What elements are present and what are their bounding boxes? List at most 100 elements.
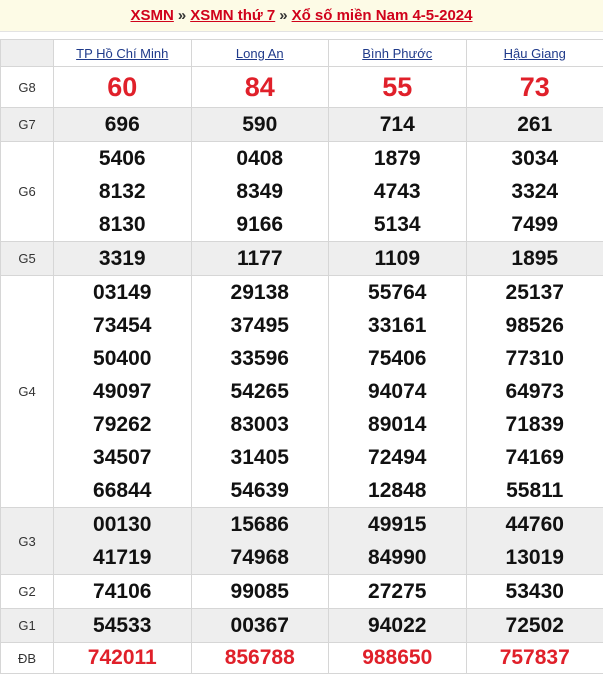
breadcrumb-xsmn[interactable]: XSMN — [131, 7, 174, 24]
prize-row: G403149734545040049097792623450766844291… — [1, 276, 603, 508]
prize-number: 73454 — [54, 309, 191, 342]
prize-cell: 73 — [466, 67, 603, 108]
prize-number: 55811 — [467, 474, 603, 507]
prize-number: 55 — [329, 67, 466, 107]
breadcrumb-xsmn-thu-7[interactable]: XSMN thứ 7 — [190, 7, 275, 24]
prize-number: 00130 — [54, 508, 191, 541]
prize-label: G6 — [1, 142, 54, 242]
prize-number: 73 — [467, 67, 603, 107]
prize-row: G53319117711091895 — [1, 242, 603, 276]
prize-number: 856788 — [192, 643, 329, 673]
prize-number: 714 — [329, 108, 466, 141]
prize-cell: 00367 — [191, 609, 329, 643]
prize-number: 5134 — [329, 208, 466, 241]
prize-cell: 74106 — [54, 575, 192, 609]
prize-cell: 55 — [329, 67, 467, 108]
prize-cell: 60 — [54, 67, 192, 108]
prize-number: 3034 — [467, 142, 603, 175]
province-link[interactable]: Bình Phước — [362, 46, 432, 61]
prize-number: 34507 — [54, 441, 191, 474]
prize-number: 54533 — [54, 609, 191, 642]
prize-number: 54265 — [192, 375, 329, 408]
breadcrumb: XSMN»XSMN thứ 7»Xổ số miền Nam 4-5-2024 — [0, 0, 603, 32]
prize-number: 696 — [54, 108, 191, 141]
prize-row: G300130417191568674968499158499044760130… — [1, 508, 603, 575]
prize-number: 37495 — [192, 309, 329, 342]
province-header: Long An — [191, 40, 329, 67]
prize-number: 72502 — [467, 609, 603, 642]
prize-number: 41719 — [54, 541, 191, 574]
prize-number: 988650 — [329, 643, 466, 673]
prize-cell: 72502 — [466, 609, 603, 643]
prize-cell: 53430 — [466, 575, 603, 609]
prize-cell: 4476013019 — [466, 508, 603, 575]
prize-row: G154533003679402272502 — [1, 609, 603, 643]
province-link[interactable]: Long An — [236, 46, 284, 61]
prize-cell: 27275 — [329, 575, 467, 609]
prize-number: 66844 — [54, 474, 191, 507]
prize-number: 94074 — [329, 375, 466, 408]
prize-row: G654068132813004088349916618794743513430… — [1, 142, 603, 242]
prize-cell: 29138374953359654265830033140554639 — [191, 276, 329, 508]
prize-number: 03149 — [54, 276, 191, 309]
province-header: Hậu Giang — [466, 40, 603, 67]
prize-cell: 590 — [191, 108, 329, 142]
prize-number: 74106 — [54, 575, 191, 608]
prize-number: 9166 — [192, 208, 329, 241]
prize-label: G2 — [1, 575, 54, 609]
prize-number: 4743 — [329, 175, 466, 208]
prize-cell: 040883499166 — [191, 142, 329, 242]
prize-label: G8 — [1, 67, 54, 108]
prize-cell: 94022 — [329, 609, 467, 643]
prize-row: G7696590714261 — [1, 108, 603, 142]
prize-cell: 1895 — [466, 242, 603, 276]
prize-number: 83003 — [192, 408, 329, 441]
prize-number: 33161 — [329, 309, 466, 342]
prize-number: 84990 — [329, 541, 466, 574]
prize-number: 74169 — [467, 441, 603, 474]
prize-row: G860845573 — [1, 67, 603, 108]
prize-cell: 540681328130 — [54, 142, 192, 242]
prize-number: 77310 — [467, 342, 603, 375]
prize-cell: 856788 — [191, 643, 329, 674]
prize-number: 49915 — [329, 508, 466, 541]
prize-cell: 261 — [466, 108, 603, 142]
prize-cell: 99085 — [191, 575, 329, 609]
province-link[interactable]: Hậu Giang — [504, 46, 566, 61]
prize-number: 98526 — [467, 309, 603, 342]
prize-number: 50400 — [54, 342, 191, 375]
prize-cell: 187947435134 — [329, 142, 467, 242]
prize-number: 3324 — [467, 175, 603, 208]
breadcrumb-current-page[interactable]: Xổ số miền Nam 4-5-2024 — [292, 7, 473, 24]
prize-cell: 1109 — [329, 242, 467, 276]
prize-cell: 54533 — [54, 609, 192, 643]
prize-number: 55764 — [329, 276, 466, 309]
prize-number: 1177 — [192, 242, 329, 275]
prize-number: 1109 — [329, 242, 466, 275]
prize-row: ĐB742011856788988650757837 — [1, 643, 603, 674]
province-link[interactable]: TP Hồ Chí Minh — [76, 46, 168, 61]
prize-number: 261 — [467, 108, 603, 141]
province-header-row: TP Hồ Chí Minh Long An Bình Phước Hậu Gi… — [1, 40, 603, 67]
prize-number: 71839 — [467, 408, 603, 441]
prize-number: 79262 — [54, 408, 191, 441]
prize-number: 29138 — [192, 276, 329, 309]
prize-number: 94022 — [329, 609, 466, 642]
prize-label: G4 — [1, 276, 54, 508]
prize-number: 25137 — [467, 276, 603, 309]
prize-number: 5406 — [54, 142, 191, 175]
prize-cell: 714 — [329, 108, 467, 142]
prize-number: 60 — [54, 67, 191, 107]
prize-number: 15686 — [192, 508, 329, 541]
prize-number: 8132 — [54, 175, 191, 208]
prize-number: 8349 — [192, 175, 329, 208]
prize-label: ĐB — [1, 643, 54, 674]
prize-cell: 757837 — [466, 643, 603, 674]
prize-number: 31405 — [192, 441, 329, 474]
breadcrumb-separator: » — [279, 7, 287, 24]
prize-label: G5 — [1, 242, 54, 276]
prize-number: 64973 — [467, 375, 603, 408]
prize-number: 7499 — [467, 208, 603, 241]
prize-number: 8130 — [54, 208, 191, 241]
prize-cell: 03149734545040049097792623450766844 — [54, 276, 192, 508]
